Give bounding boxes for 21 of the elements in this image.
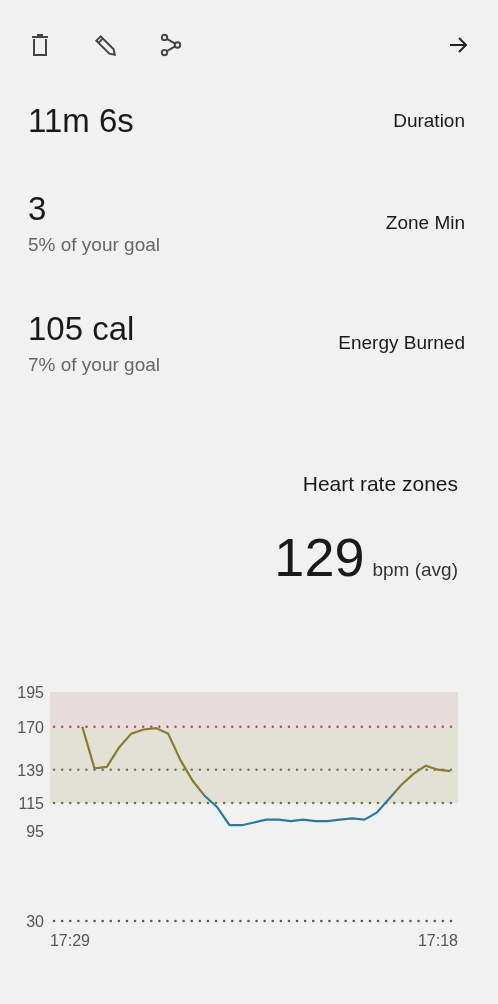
stat-value: 105 cal xyxy=(28,310,136,348)
share-icon[interactable] xyxy=(158,32,184,58)
y-tick-label: 195 xyxy=(17,684,44,701)
unit-label: bpm (avg) xyxy=(372,559,458,581)
y-tick-label: 30 xyxy=(26,913,44,930)
y-tick-label: 115 xyxy=(18,795,44,813)
x-tick-label: 17:29 xyxy=(50,932,90,949)
stat-label: Energy Burned xyxy=(338,332,465,354)
pencil-icon[interactable] xyxy=(92,32,118,58)
x-tick-label: 17:18 xyxy=(418,932,458,949)
stat-value: 3 xyxy=(28,190,48,228)
stat-value: 11m 6s xyxy=(28,102,134,140)
goal-text: 5% of your goal xyxy=(28,234,161,256)
y-tick-label: 170 xyxy=(17,718,44,736)
stat-label: Duration xyxy=(393,110,465,132)
stat-label: Zone Min xyxy=(385,212,465,234)
y-tick-label: 95 xyxy=(26,822,44,840)
section-title: Heart rate zones xyxy=(301,472,458,496)
y-tick-label: 139 xyxy=(17,761,44,779)
goal-text: 7% of your goal xyxy=(28,354,161,376)
average-heart-rate: 129 xyxy=(274,526,365,588)
